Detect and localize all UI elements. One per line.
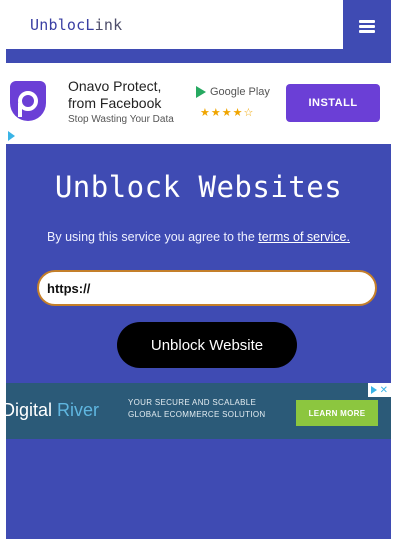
adchoices-icon[interactable]: [370, 386, 377, 394]
menu-button[interactable]: [343, 0, 391, 52]
rating-stars: ★★★★☆: [200, 107, 255, 119]
install-button[interactable]: INSTALL: [286, 84, 380, 122]
google-play-label: Google Play: [196, 86, 270, 98]
google-play-text: Google Play: [210, 86, 270, 98]
ad-copy-line2: GLOBAL ECOMMERCE SOLUTION: [128, 410, 266, 419]
terms-of-service-link[interactable]: terms of service.: [258, 230, 350, 244]
ad-banner-onavo[interactable]: Onavo Protect, from Facebook Stop Wastin…: [6, 63, 391, 144]
ad-subtitle: Stop Wasting Your Data: [68, 114, 174, 125]
terms-prefix: By using this service you agree to the: [47, 230, 259, 244]
site-logo[interactable]: UnblocLink: [30, 16, 122, 34]
logo-main-text: UnblocL: [30, 16, 95, 34]
ad-copy-line1: YOUR SECURE AND SCALABLE: [128, 398, 257, 407]
close-icon[interactable]: ✕: [380, 385, 388, 396]
brand-accent-text: River: [57, 400, 100, 420]
logo-dim-text: ink: [94, 16, 123, 34]
url-input[interactable]: [37, 270, 377, 306]
ad-title: Onavo Protect, from Facebook: [68, 78, 162, 111]
ad-copy: YOUR SECURE AND SCALABLE GLOBAL ECOMMERC…: [128, 397, 265, 421]
terms-notice: By using this service you agree to the t…: [6, 230, 391, 244]
page-frame: UnblocLink Onavo Protect, from Facebook …: [6, 0, 391, 539]
learn-more-button[interactable]: LEARN MORE: [296, 400, 378, 426]
ad-banner-digital-river[interactable]: Digital River YOUR SECURE AND SCALABLE G…: [6, 383, 391, 439]
ad-badge[interactable]: ✕: [367, 383, 391, 397]
google-play-icon: [196, 86, 206, 98]
unblock-website-button[interactable]: Unblock Website: [117, 322, 297, 368]
brand-left-text: Digital: [6, 400, 58, 420]
onavo-shield-icon: [10, 81, 46, 121]
hamburger-menu-icon: [359, 19, 375, 33]
adchoices-icon[interactable]: [8, 131, 15, 141]
page-title: Unblock Websites: [54, 170, 343, 204]
digital-river-logo: Digital River: [6, 400, 99, 421]
site-header: UnblocLink: [6, 0, 391, 52]
